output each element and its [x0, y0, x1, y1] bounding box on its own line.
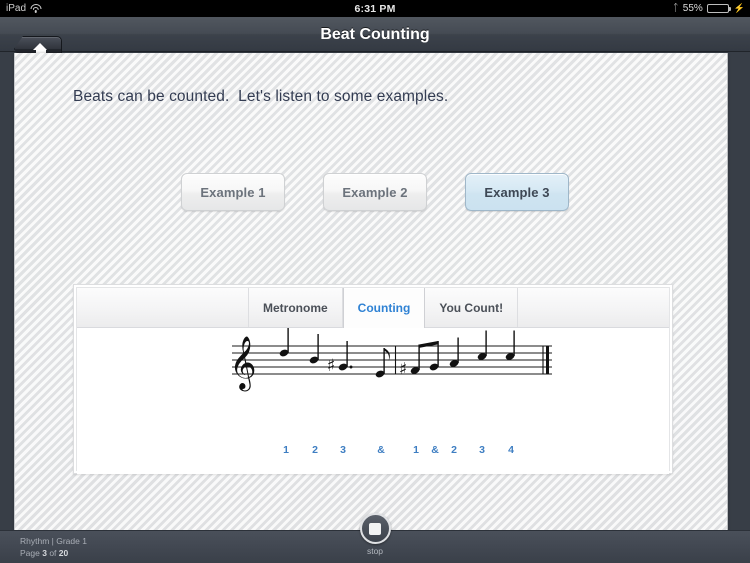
beat-count: 3 [479, 444, 485, 456]
stop-button[interactable] [359, 513, 391, 544]
example-2-button[interactable]: Example 2 [323, 173, 427, 211]
course-label: Rhythm | Grade 1 [20, 536, 87, 546]
tab-you-count-label: You Count! [439, 300, 504, 315]
example-2-label: Example 2 [342, 184, 408, 200]
svg-text:♯: ♯ [399, 360, 407, 380]
charging-bolt-icon: ⚡ [733, 3, 745, 13]
lesson-meta: Rhythm | Grade 1 Page 3 of 20 [20, 535, 87, 559]
score-panel-inner: Metronome Counting You Count! 𝄞 ♯ ♯ 1 2 3 & 1 &… [76, 287, 670, 474]
tab-metronome[interactable]: Metronome [249, 288, 343, 327]
example-button-group: Example 1 Example 2 Example 3 [15, 173, 729, 213]
nav-bar: Beat Counting [0, 17, 750, 62]
bluetooth-icon: ᛏ [672, 3, 679, 14]
tab-counting-label: Counting [357, 301, 411, 315]
beat-count: 1 [283, 444, 289, 456]
beat-count: 3 [340, 444, 346, 456]
tab-strip-left-filler [77, 288, 249, 327]
svg-text:𝄞: 𝄞 [229, 335, 256, 391]
beat-count-row: 1 2 3 & 1 & 2 3 4 [77, 444, 669, 458]
stop-control[interactable]: stop [355, 513, 395, 561]
beat-count: & [377, 444, 385, 456]
app-root: iPad 6:31 PM ᛏ 55% ⚡ Beat Counting Beats… [0, 0, 750, 563]
beat-count: 1 [413, 444, 419, 456]
beat-count: 2 [451, 444, 457, 456]
tab-metronome-label: Metronome [263, 300, 328, 315]
page-title: Beat Counting [320, 26, 430, 43]
beat-count: & [431, 444, 439, 456]
tab-strip: Metronome Counting You Count! [77, 288, 669, 328]
example-3-label: Example 3 [484, 184, 550, 200]
status-bar-right: ᛏ 55% ⚡ [673, 3, 745, 14]
status-bar-time: 6:31 PM [354, 2, 396, 15]
page-indicator: Page 3 of 20 [20, 548, 69, 558]
beat-count: 4 [508, 444, 514, 456]
svg-text:♯: ♯ [327, 356, 335, 376]
bottom-bar: Rhythm | Grade 1 Page 3 of 20 stop [0, 513, 750, 563]
page-total: 20 [58, 548, 69, 558]
example-1-label: Example 1 [200, 184, 266, 200]
stop-square-icon [369, 522, 381, 535]
lesson-instruction: Beats can be counted. Let's listen to so… [73, 88, 449, 105]
score-panel: Metronome Counting You Count! 𝄞 ♯ ♯ 1 2 3 & 1 &… [73, 284, 673, 474]
lesson-page: Beats can be counted. Let's listen to so… [14, 53, 728, 530]
tab-counting[interactable]: Counting [342, 288, 426, 328]
status-bar: iPad 6:31 PM ᛏ 55% ⚡ [0, 0, 750, 17]
example-3-button[interactable]: Example 3 [465, 173, 569, 211]
tab-strip-right-filler [518, 288, 669, 327]
stop-label: stop [366, 546, 384, 556]
battery-percent-label: 55% [682, 3, 703, 14]
beat-count: 2 [312, 444, 318, 456]
example-1-button[interactable]: Example 1 [181, 173, 285, 211]
tab-you-count[interactable]: You Count! [425, 288, 519, 327]
battery-icon [706, 3, 731, 14]
music-score: 𝄞 ♯ ♯ 1 2 3 & 1 & 2 3 4 [77, 327, 669, 474]
